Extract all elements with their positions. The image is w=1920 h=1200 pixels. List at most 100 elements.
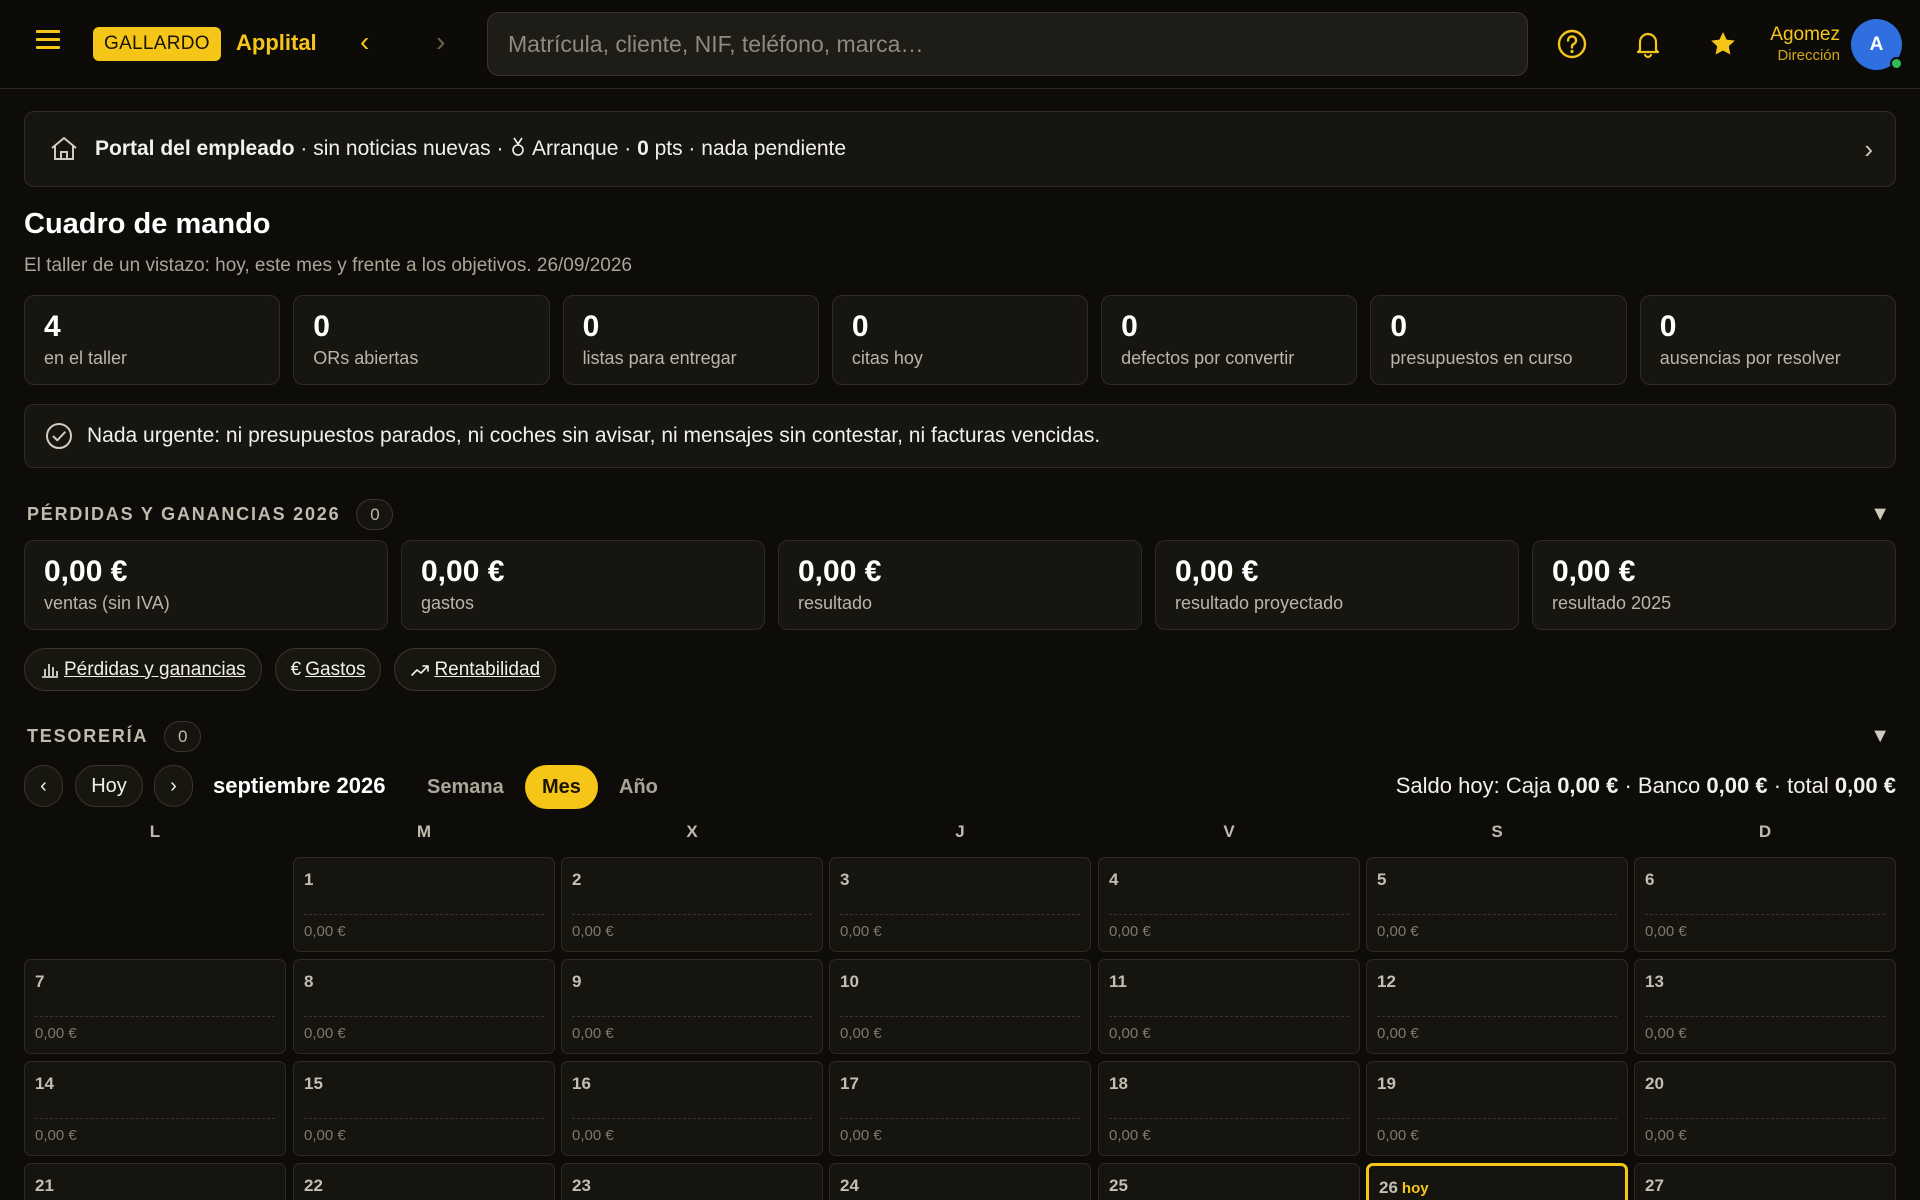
section-title: PÉRDIDAS Y GANANCIAS 2026 [27, 504, 341, 524]
calendar-day[interactable]: 16 0,00 € [561, 1061, 823, 1156]
link-profit-loss[interactable]: Pérdidas y ganancias [24, 648, 262, 691]
day-divider [840, 1016, 1080, 1017]
day-number: 4 [1109, 870, 1118, 890]
tab-month[interactable]: Mes [525, 765, 598, 809]
calendar-day[interactable]: 4 0,00 € [1098, 857, 1360, 952]
kpi-defects-to-convert[interactable]: 0 defectos por convertir [1101, 295, 1358, 385]
treasury-section-header[interactable]: TESORERÍA 0 [27, 721, 202, 752]
calendar-day[interactable]: 15 0,00 € [293, 1061, 555, 1156]
chevron-right-icon[interactable]: › [1864, 134, 1873, 165]
day-number: 5 [1377, 870, 1386, 890]
calendar-day[interactable]: 22 [293, 1163, 555, 1200]
day-amount: 0,00 € [840, 1025, 882, 1042]
kpi-open-orders[interactable]: 0 ORs abiertas [293, 295, 550, 385]
day-number-text: 17 [840, 1074, 859, 1093]
brand-badge[interactable]: GALLARDO [93, 27, 221, 61]
day-number-text: 19 [1377, 1074, 1396, 1093]
calendar-day[interactable]: 17 0,00 € [829, 1061, 1091, 1156]
calendar-day[interactable]: 25 [1098, 1163, 1360, 1200]
day-amount: 0,00 € [1377, 1025, 1419, 1042]
kpi-absences-to-resolve[interactable]: 0 ausencias por resolver [1639, 295, 1896, 385]
calendar-day[interactable]: 13 0,00 € [1634, 959, 1896, 1054]
back-icon[interactable]: ‹ [360, 28, 369, 56]
collapse-icon[interactable]: ▼ [1870, 725, 1890, 748]
calendar-day[interactable]: 7 0,00 € [24, 959, 286, 1054]
user-name[interactable]: Agomez [1770, 24, 1840, 46]
kpi-label: ausencias por resolver [1659, 348, 1841, 368]
pl-label: resultado [798, 593, 873, 613]
pl-sales[interactable]: 0,00 € ventas (sin IVA) [24, 540, 388, 630]
calendar-day-today[interactable]: 26 hoy [1366, 1163, 1628, 1200]
help-icon[interactable] [1556, 28, 1588, 60]
portal-summary: Portal del empleado · sin noticias nueva… [95, 137, 846, 161]
day-amount: 0,00 € [304, 1127, 346, 1144]
day-number: 2 [572, 870, 581, 890]
calendar-day[interactable]: 2 0,00 € [561, 857, 823, 952]
calendar-day[interactable]: 21 [24, 1163, 286, 1200]
calendar-day[interactable]: 19 0,00 € [1366, 1061, 1628, 1156]
star-icon[interactable] [1707, 28, 1739, 60]
day-divider [1109, 914, 1349, 915]
day-number-text: 8 [304, 972, 314, 991]
brand-name[interactable]: Applital [236, 30, 317, 56]
tab-week[interactable]: Semana [410, 765, 521, 809]
tab-year[interactable]: Año [602, 765, 675, 809]
prev-period-button[interactable]: ‹ [24, 765, 63, 807]
calendar-day[interactable]: 20 0,00 € [1634, 1061, 1896, 1156]
calendar-day[interactable]: 6 0,00 € [1634, 857, 1896, 952]
next-period-button[interactable]: › [154, 765, 193, 807]
day-number-text: 26 [1379, 1178, 1398, 1197]
page-title: Cuadro de mando [24, 208, 271, 240]
bell-icon[interactable] [1632, 28, 1664, 60]
day-divider [572, 1118, 812, 1119]
kpi-in-workshop[interactable]: 4 en el taller [24, 295, 281, 385]
day-amount: 0,00 € [35, 1025, 77, 1042]
day-number: 27 [1645, 1176, 1664, 1196]
kpi-ready-to-deliver[interactable]: 0 listas para entregar [562, 295, 819, 385]
day-number: 8 [304, 972, 313, 992]
collapse-icon[interactable]: ▼ [1870, 503, 1890, 526]
pl-result-previous-year[interactable]: 0,00 € resultado 2025 [1532, 540, 1896, 630]
calendar-day[interactable]: 23 [561, 1163, 823, 1200]
calendar-day[interactable]: 27 [1634, 1163, 1896, 1200]
calendar-day[interactable]: 9 0,00 € [561, 959, 823, 1054]
link-expenses[interactable]: € Gastos [274, 648, 382, 691]
day-number: 9 [572, 972, 581, 992]
day-amount: 0,00 € [1645, 1127, 1687, 1144]
pl-expenses[interactable]: 0,00 € gastos [401, 540, 765, 630]
menu-icon[interactable] [36, 30, 60, 54]
day-number-text: 12 [1377, 972, 1396, 991]
search-input[interactable] [487, 12, 1528, 76]
day-number-text: 16 [572, 1074, 591, 1093]
day-number: 13 [1645, 972, 1664, 992]
portal-news: · sin noticias nuevas · [294, 137, 510, 160]
day-number-text: 22 [304, 1176, 323, 1195]
today-button[interactable]: Hoy [75, 765, 143, 807]
day-number: 1 [304, 870, 313, 890]
kpi-appointments-today[interactable]: 0 citas hoy [831, 295, 1089, 385]
calendar-day[interactable]: 12 0,00 € [1366, 959, 1628, 1054]
day-number-text: 13 [1645, 972, 1664, 991]
day-number-text: 3 [840, 870, 850, 889]
calendar-day[interactable]: 14 0,00 € [24, 1061, 286, 1156]
link-profitability[interactable]: Rentabilidad [394, 648, 557, 691]
employee-portal-banner[interactable]: Portal del empleado · sin noticias nueva… [24, 111, 1896, 187]
calendar-day[interactable]: 5 0,00 € [1366, 857, 1628, 952]
calendar-day[interactable]: 1 0,00 € [293, 857, 555, 952]
day-number-text: 27 [1645, 1176, 1664, 1195]
calendar-day[interactable]: 18 0,00 € [1098, 1061, 1360, 1156]
online-status-dot [1890, 57, 1903, 70]
treasury-toolbar: ‹ Hoy › septiembre 2026 Semana Mes Año S… [24, 765, 1896, 809]
pl-section-header[interactable]: PÉRDIDAS Y GANANCIAS 2026 0 [27, 499, 394, 530]
calendar-day[interactable]: 24 [829, 1163, 1091, 1200]
calendar-day[interactable]: 8 0,00 € [293, 959, 555, 1054]
forward-icon[interactable]: › [436, 28, 445, 56]
kpi-quotes-in-progress[interactable]: 0 presupuestos en curso [1370, 295, 1627, 385]
top-bar: GALLARDO Applital ‹ › Agomez Dirección A [0, 0, 1920, 89]
calendar-day[interactable]: 3 0,00 € [829, 857, 1091, 952]
day-number-text: 1 [304, 870, 314, 889]
calendar-day[interactable]: 10 0,00 € [829, 959, 1091, 1054]
calendar-day[interactable]: 11 0,00 € [1098, 959, 1360, 1054]
pl-result[interactable]: 0,00 € resultado [778, 540, 1142, 630]
pl-projected-result[interactable]: 0,00 € resultado proyectado [1155, 540, 1519, 630]
